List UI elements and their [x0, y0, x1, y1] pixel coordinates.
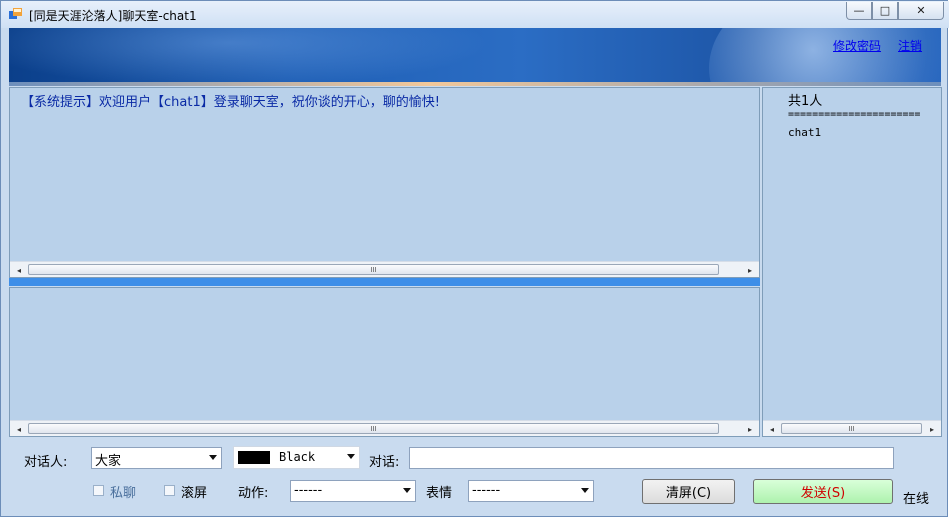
- action-value: ------: [294, 483, 323, 498]
- chevron-down-icon: [347, 454, 355, 459]
- target-select[interactable]: 大家: [91, 447, 222, 469]
- maximize-icon: □: [879, 4, 891, 17]
- scroll-right-icon[interactable]: ▸: [925, 423, 939, 435]
- user-list-item[interactable]: chat1: [788, 126, 821, 139]
- user-list-scrollbar[interactable]: ◂ III ▸: [763, 420, 941, 436]
- chevron-down-icon: [403, 488, 411, 493]
- panel-splitter[interactable]: [9, 278, 760, 286]
- title-bar: [同是天涯沦落人]聊天室-chat1 — □ ✕: [1, 1, 949, 28]
- send-button[interactable]: 发送(S): [753, 479, 893, 504]
- minimize-button[interactable]: —: [846, 2, 872, 20]
- dialog-label: 对话:: [369, 455, 400, 470]
- logout-link[interactable]: 注销: [898, 37, 922, 54]
- banner-glow: [9, 28, 489, 86]
- scroll-grip-icon: III: [848, 424, 855, 433]
- scroll-grip-icon: III: [370, 424, 377, 433]
- chevron-down-icon: [209, 455, 217, 460]
- chevron-down-icon: [581, 488, 589, 493]
- color-value: Black: [279, 450, 316, 464]
- scroll-thumb[interactable]: III: [781, 423, 922, 434]
- maximize-button[interactable]: □: [872, 2, 898, 20]
- header-banner: [9, 28, 941, 86]
- scroll-thumb[interactable]: III: [28, 264, 719, 275]
- online-status: 在线: [903, 492, 930, 507]
- emotion-value: ------: [472, 483, 501, 498]
- private-message-panel[interactable]: ◂ III ▸: [9, 287, 760, 437]
- color-select[interactable]: Black: [233, 446, 360, 469]
- user-count: 共1人: [788, 94, 823, 109]
- scroll-right-icon[interactable]: ▸: [743, 264, 757, 276]
- action-select[interactable]: ------: [290, 480, 416, 502]
- private-chat-label: 私聊: [110, 486, 137, 501]
- scroll-left-icon[interactable]: ◂: [765, 423, 779, 435]
- emotion-select[interactable]: ------: [468, 480, 594, 502]
- scroll-left-icon[interactable]: ◂: [12, 423, 26, 435]
- message-panel-scrollbar[interactable]: ◂ III ▸: [10, 261, 759, 277]
- window-title: [同是天涯沦落人]聊天室-chat1: [29, 9, 197, 23]
- message-panel[interactable]: 【系统提示】欢迎用户【chat1】登录聊天室，祝你谈的开心，聊的愉快! ◂ II…: [9, 87, 760, 278]
- private-panel-scrollbar[interactable]: ◂ III ▸: [10, 420, 759, 436]
- change-password-link[interactable]: 修改密码: [833, 37, 881, 54]
- action-label: 动作:: [238, 486, 269, 501]
- scroll-left-icon[interactable]: ◂: [12, 264, 26, 276]
- clear-screen-button[interactable]: 清屏(C): [642, 479, 735, 504]
- color-swatch: [238, 451, 270, 464]
- user-list-panel[interactable]: 共1人 ====================== chat1 ◂ III ▸: [762, 87, 942, 437]
- user-list-separator: ======================: [788, 109, 921, 120]
- scroll-grip-icon: III: [370, 265, 377, 274]
- close-icon: ✕: [916, 4, 926, 17]
- scroll-screen-checkbox[interactable]: [164, 485, 175, 496]
- scroll-right-icon[interactable]: ▸: [743, 423, 757, 435]
- app-icon: [9, 8, 22, 19]
- emotion-label: 表情: [426, 486, 453, 501]
- system-message: 【系统提示】欢迎用户【chat1】登录聊天室，祝你谈的开心，聊的愉快!: [21, 95, 440, 110]
- scroll-screen-label: 滚屏: [181, 486, 208, 501]
- scroll-thumb[interactable]: III: [28, 423, 719, 434]
- close-button[interactable]: ✕: [898, 2, 944, 20]
- message-input[interactable]: [409, 447, 894, 469]
- private-chat-checkbox[interactable]: [93, 485, 104, 496]
- banner-bottom-line: [9, 82, 941, 86]
- minimize-icon: —: [853, 4, 865, 17]
- target-value: 大家: [95, 454, 122, 469]
- chat-window: [同是天涯沦落人]聊天室-chat1 — □ ✕ 修改密码 注销 【系统提示】欢…: [0, 0, 949, 517]
- target-label: 对话人:: [24, 455, 68, 470]
